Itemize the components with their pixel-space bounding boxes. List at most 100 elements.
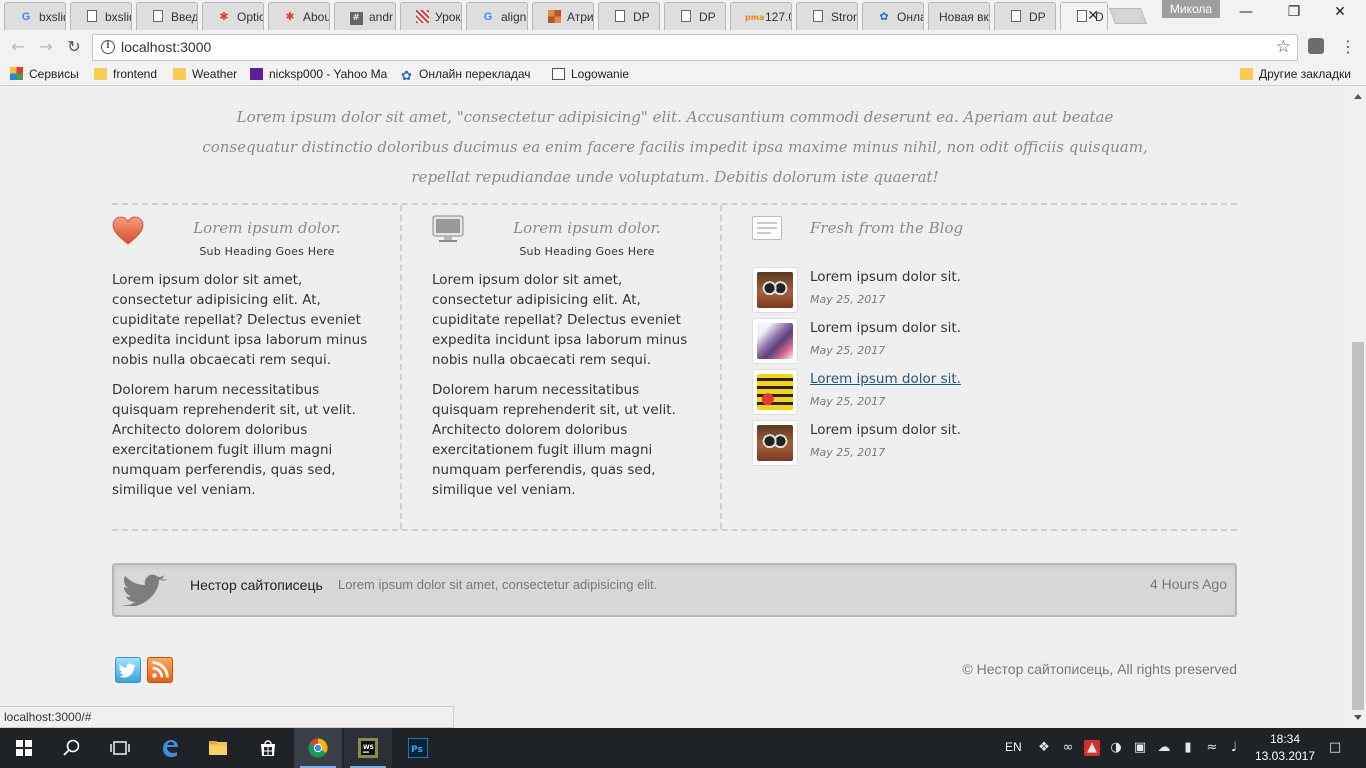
link-icon[interactable]: ∞ (1060, 740, 1076, 756)
address-bar[interactable]: i localhost:3000 ☆ (92, 34, 1298, 61)
extension-icon[interactable] (1308, 38, 1324, 54)
reload-icon[interactable]: ↻ (64, 37, 84, 57)
satellite-icon[interactable]: ◑ (1108, 740, 1124, 756)
close-window-icon[interactable]: ✕ (1320, 4, 1360, 24)
google-icon: G (21, 11, 31, 23)
post-date: May 25, 2017 (810, 293, 886, 306)
new-tab-button[interactable] (1109, 8, 1147, 24)
maximize-icon[interactable]: ❐ (1274, 4, 1314, 24)
tab-strip: GbxslidbxslidВвед✱Optic✱Abou#andrУрокGal… (0, 0, 1366, 30)
scrollbar-thumb[interactable] (1352, 342, 1364, 710)
browser-tab[interactable]: DP (994, 2, 1056, 30)
browser-tab[interactable]: Урок (400, 2, 462, 30)
post-thumbnail[interactable] (752, 369, 798, 415)
tab-label: Abou (303, 10, 330, 24)
cloud-icon[interactable]: ☁ (1156, 740, 1172, 756)
webstorm-app[interactable]: WS (344, 728, 392, 768)
bookmark-yahoo-mail[interactable]: nicksp000 - Yahoo Ma (250, 67, 387, 81)
search-button[interactable] (48, 728, 96, 768)
edge-app[interactable] (146, 728, 194, 768)
rss-icon[interactable] (147, 657, 173, 683)
minimize-icon[interactable]: — (1226, 4, 1266, 24)
browser-tab[interactable]: ✿ Онла (862, 2, 924, 30)
chrome-app[interactable] (294, 728, 342, 768)
post-thumbnail[interactable] (752, 267, 798, 313)
dropbox-icon[interactable]: ❖ (1036, 740, 1052, 756)
paragraph: Lorem ipsum dolor sit amet, consectetur … (432, 272, 688, 368)
scroll-up-icon[interactable] (1354, 94, 1362, 99)
bookmark-translator[interactable]: ✿ Онлайн перекладач (400, 67, 531, 82)
browser-tab[interactable]: ✱ Abou (268, 2, 330, 30)
file-explorer-app[interactable] (194, 728, 242, 768)
blog-post[interactable]: Lorem ipsum dolor sit. May 25, 2017 (752, 267, 1232, 315)
input-language[interactable]: EN (1005, 740, 1022, 754)
tab-label: Stron (831, 10, 858, 24)
notifications-icon[interactable]: □ (1326, 740, 1344, 756)
wifi-icon[interactable]: ≈ (1204, 740, 1220, 756)
store-app[interactable] (244, 728, 292, 768)
clock-date[interactable]: 13.03.2017 (1254, 749, 1316, 763)
browser-tab[interactable]: ✱ Optic (202, 2, 264, 30)
start-button[interactable] (0, 728, 48, 768)
bookmark-weather[interactable]: Weather (173, 67, 237, 81)
blog-post[interactable]: Lorem ipsum dolor sit. May 25, 2017 (752, 420, 1232, 468)
paragraph: Lorem ipsum dolor sit amet, consectetur … (112, 272, 368, 368)
tab-label: bxslid (105, 10, 131, 24)
hash-icon: # (349, 10, 363, 25)
bookmark-logowanie[interactable]: Logowanie (552, 67, 629, 81)
post-thumbnail[interactable] (752, 420, 798, 466)
browser-tab[interactable]: pma127.0 (730, 2, 792, 30)
browser-tab[interactable]: D ✕ (1060, 2, 1108, 30)
browser-tab[interactable]: bxslid (70, 2, 132, 30)
star-icon: ✱ (219, 10, 229, 23)
tab-label: 127.0 (765, 10, 791, 24)
bookmark-star-icon[interactable]: ☆ (1276, 37, 1291, 57)
browser-tab[interactable]: Новая вк (928, 2, 990, 30)
url-text[interactable]: localhost:3000 (121, 39, 211, 55)
browser-tab[interactable]: DP (664, 2, 726, 30)
post-thumbnail[interactable] (752, 318, 798, 364)
menu-icon[interactable]: ⋮ (1340, 38, 1356, 56)
vertical-scrollbar[interactable] (1350, 86, 1366, 728)
other-bookmarks[interactable]: Другие закладки (1240, 67, 1351, 81)
display-icon[interactable]: ▣ (1132, 740, 1148, 756)
info-icon[interactable]: i (101, 40, 115, 54)
browser-tab[interactable]: Stron (796, 2, 858, 30)
tweet-author[interactable]: Нестор сайтописець (190, 577, 323, 593)
task-view-button[interactable] (96, 728, 144, 768)
forward-icon[interactable]: → (36, 37, 56, 57)
browser-tab[interactable]: Galign (466, 2, 528, 30)
blog-post[interactable]: Lorem ipsum dolor sit. May 25, 2017 (752, 369, 1232, 417)
profile-button[interactable]: Микола (1162, 0, 1220, 18)
divider (112, 529, 1237, 531)
browser-tab[interactable]: Введ (136, 2, 198, 30)
browser-tab[interactable]: Gbxslid (4, 2, 66, 30)
bookmark-apps[interactable]: Сервисы (10, 67, 79, 81)
browser-tab[interactable]: DP (598, 2, 660, 30)
bookmark-frontend[interactable]: frontend (94, 67, 157, 81)
post-title[interactable]: Lorem ipsum dolor sit. (810, 269, 961, 285)
back-icon[interactable]: ← (8, 37, 28, 57)
copyright: © Нестор сайтописець, All rights preserv… (962, 661, 1237, 677)
clock-time[interactable]: 18:34 (1260, 732, 1310, 746)
antivirus-icon[interactable]: ▲ (1084, 740, 1100, 756)
post-title[interactable]: Lorem ipsum dolor sit. (810, 371, 961, 387)
divider (112, 203, 1237, 205)
volume-icon[interactable]: ♩ (1226, 740, 1242, 756)
twitter-icon[interactable] (115, 657, 141, 683)
browser-tab[interactable]: Атри (532, 2, 594, 30)
scroll-down-icon[interactable] (1354, 715, 1362, 720)
tab-label: bxslid (39, 10, 65, 24)
battery-icon[interactable]: ▮ (1180, 740, 1196, 756)
page-icon (85, 10, 99, 24)
tab-label: align (501, 10, 527, 24)
column-subheading: Sub Heading Goes Here (519, 245, 655, 258)
photoshop-app[interactable]: Ps (394, 728, 442, 768)
windows-icon (16, 740, 32, 756)
post-title[interactable]: Lorem ipsum dolor sit. (810, 422, 961, 438)
blog-post[interactable]: Lorem ipsum dolor sit. May 25, 2017 (752, 318, 1232, 366)
post-title[interactable]: Lorem ipsum dolor sit. (810, 320, 961, 336)
close-tab-icon[interactable]: ✕ (1087, 8, 1099, 24)
browser-tab[interactable]: # andr (334, 2, 396, 30)
folder-icon (173, 68, 186, 80)
